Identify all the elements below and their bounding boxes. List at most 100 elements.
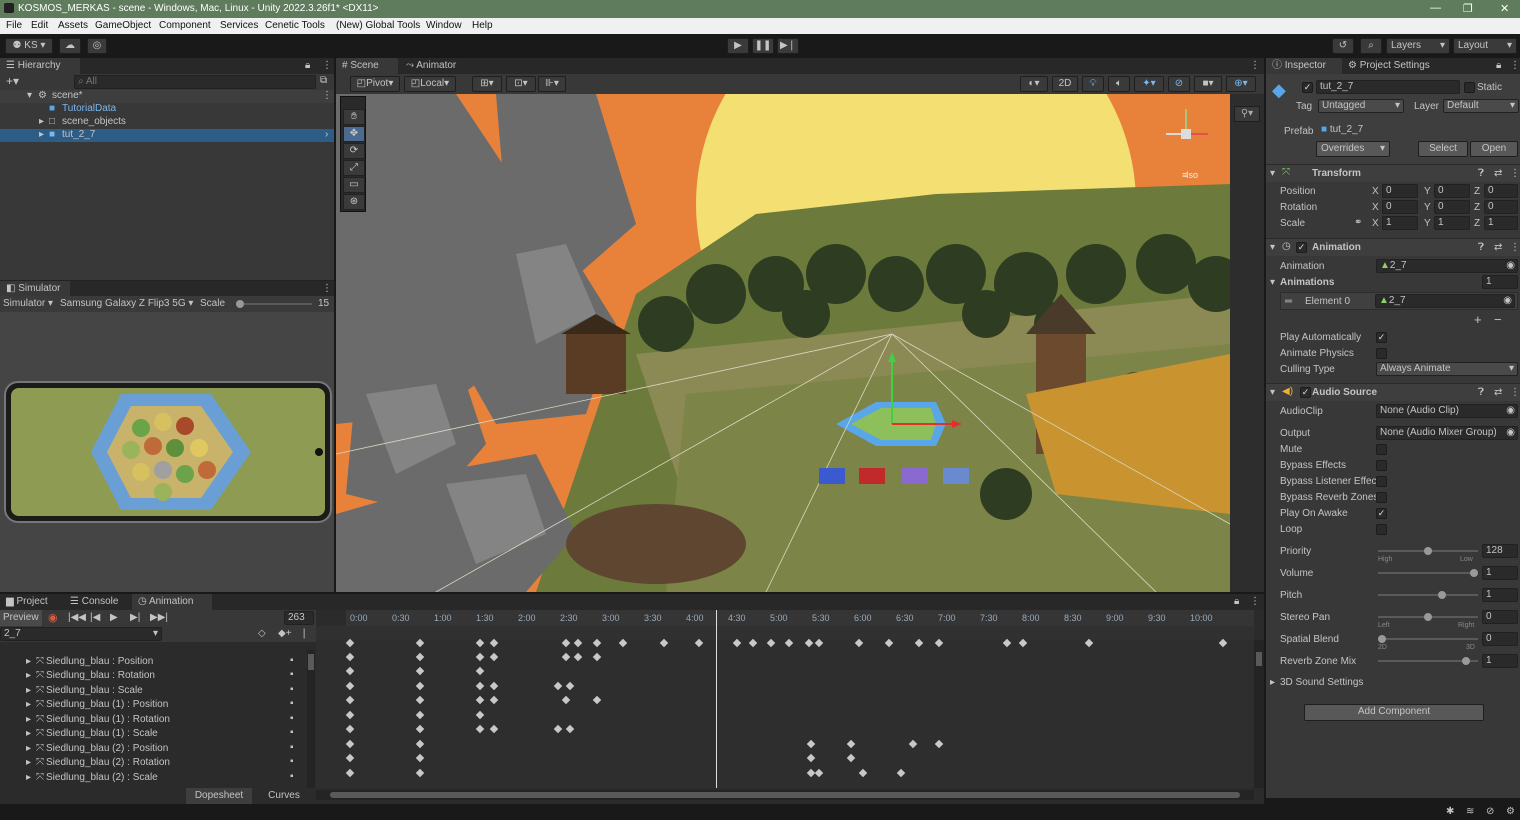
loop-checkbox[interactable]	[1376, 524, 1387, 535]
grid-snap-icon[interactable]: ⊞▾	[472, 76, 502, 92]
keyframe[interactable]	[345, 753, 355, 763]
keyframe[interactable]	[345, 666, 355, 676]
keyframe[interactable]	[345, 724, 355, 734]
priority-slider[interactable]	[1378, 547, 1478, 555]
keyframe[interactable]	[732, 638, 742, 648]
rotation-x-field[interactable]: 0	[1382, 200, 1418, 214]
prev-keyframe-icon[interactable]: |◀	[90, 612, 100, 623]
list-item[interactable]: ▸ ⤧ Siedlung_blau (2) : Rotation ▪	[0, 755, 300, 769]
scene-viewport[interactable]: ≡ Iso	[336, 94, 1230, 592]
scene-root-row[interactable]: ▾ ⚙ scene* ⋮	[0, 90, 334, 103]
keyframe[interactable]	[489, 652, 499, 662]
audio-source-header[interactable]: ▾ ◀) ✓ Audio Source ❓︎ ⇄ ⋮	[1266, 383, 1520, 401]
keyframe[interactable]	[1002, 638, 1012, 648]
device-screen[interactable]	[11, 388, 325, 516]
culling-type-dropdown[interactable]: Always Animate ▾	[1376, 362, 1518, 376]
tab-project[interactable]: ▆ Project	[0, 594, 62, 610]
keyframe[interactable]	[694, 638, 704, 648]
open-button[interactable]: Open	[1470, 141, 1518, 157]
stereo-pan-slider[interactable]	[1378, 613, 1478, 621]
more-icon[interactable]: ⋮	[1510, 387, 1520, 398]
remove-element-icon[interactable]: −	[1494, 312, 1502, 327]
more-icon[interactable]: ⋮	[1250, 596, 1260, 607]
priority-field[interactable]: 128	[1482, 544, 1518, 558]
menu-window[interactable]: Window	[426, 20, 462, 31]
hierarchy-search-input[interactable]: ⌕ All	[74, 75, 316, 89]
snap-increment-icon[interactable]: ⊡▾	[506, 76, 536, 92]
dopesheet-horizontal-scrollbar[interactable]	[316, 790, 1254, 800]
keyframe[interactable]	[345, 681, 355, 691]
add-component-button[interactable]: Add Component	[1304, 704, 1484, 721]
event-track[interactable]	[316, 626, 1254, 640]
keyframe[interactable]	[748, 638, 758, 648]
step-button[interactable]: ▶❘	[777, 38, 799, 54]
keyframe[interactable]	[914, 638, 924, 648]
tab-inspector[interactable]: ⓘ Inspector	[1266, 58, 1342, 74]
list-item[interactable]: ▸ ⤧ Siedlung_blau (2) : Scale ▪	[0, 770, 300, 784]
keyframe[interactable]	[475, 724, 485, 734]
more-icon[interactable]: ⋮	[1510, 60, 1520, 71]
layer-dropdown[interactable]: Default ▾	[1443, 99, 1519, 113]
volume-field[interactable]: 1	[1482, 566, 1518, 580]
options-icon[interactable]: ▪	[290, 684, 294, 695]
menu-edit[interactable]: Edit	[31, 20, 48, 31]
position-y-field[interactable]: 0	[1434, 184, 1470, 198]
lock-icon[interactable]: 🔒︎	[1496, 60, 1501, 71]
list-item[interactable]: ▸ ⤧ Siedlung_blau : Position ▪	[0, 654, 300, 668]
more-icon[interactable]: ⋮	[322, 60, 332, 71]
keyframe[interactable]	[573, 652, 583, 662]
menu-gameobject[interactable]: GameObject	[95, 20, 151, 31]
keyframe[interactable]	[415, 666, 425, 676]
output-field[interactable]: None (Audio Mixer Group) ◉	[1376, 426, 1518, 440]
constrain-proportions-icon[interactable]: ⚭	[1354, 217, 1362, 228]
keyframe[interactable]	[804, 638, 814, 648]
keyframe[interactable]	[489, 695, 499, 705]
list-item[interactable]: ▸ ⤧ Siedlung_blau : Rotation ▪	[0, 668, 300, 682]
layout-dropdown[interactable]: Layout ▾	[1453, 38, 1517, 54]
keyframe[interactable]	[345, 638, 355, 648]
keyframe[interactable]	[858, 768, 868, 778]
keyframe[interactable]	[908, 739, 918, 749]
keyframe[interactable]	[565, 724, 575, 734]
keyframe[interactable]	[475, 695, 485, 705]
rotation-z-field[interactable]: 0	[1484, 200, 1518, 214]
hidden-objects-icon[interactable]: ⊘	[1168, 76, 1190, 92]
play-on-awake-checkbox[interactable]: ✓	[1376, 508, 1387, 519]
preview-button[interactable]: Preview	[0, 610, 42, 626]
options-icon[interactable]: ▪	[290, 669, 294, 680]
overrides-dropdown[interactable]: Overrides ▾	[1316, 141, 1390, 157]
spatial-blend-field[interactable]: 0	[1482, 632, 1518, 646]
keyframe[interactable]	[561, 638, 571, 648]
keyframe[interactable]	[934, 638, 944, 648]
transform-header[interactable]: ▾ ⤧ Transform ❓︎ ⇄ ⋮	[1266, 164, 1520, 182]
gizmos-icon[interactable]: ⊕▾	[1226, 76, 1256, 92]
object-name-input[interactable]: tut_2_7	[1316, 80, 1460, 94]
presets-icon[interactable]: ⇄	[1494, 387, 1502, 398]
stereo-pan-field[interactable]: 0	[1482, 610, 1518, 624]
keyframe[interactable]	[884, 638, 894, 648]
animation-component-header[interactable]: ▾ ◷ ✓ Animation ❓︎ ⇄ ⋮	[1266, 238, 1520, 256]
draw-mode-icon[interactable]: ◐▾	[1020, 76, 1048, 92]
clip-dropdown[interactable]: 2_7 ▾	[0, 627, 162, 641]
keyframe[interactable]	[553, 724, 563, 734]
add-icon[interactable]: +▾	[6, 74, 19, 88]
position-z-field[interactable]: 0	[1484, 184, 1518, 198]
options-icon[interactable]: ▪	[290, 756, 294, 767]
play-auto-checkbox[interactable]: ✓	[1376, 332, 1387, 343]
keyframe[interactable]	[814, 768, 824, 778]
scale-tool-icon[interactable]: ⤢	[343, 160, 365, 176]
keyframe[interactable]	[475, 638, 485, 648]
keyframe[interactable]	[415, 753, 425, 763]
keyframe[interactable]	[618, 638, 628, 648]
keyframe[interactable]	[475, 681, 485, 691]
keyframe[interactable]	[345, 652, 355, 662]
layers-status-icon[interactable]: ≋	[1466, 806, 1474, 817]
keyframe[interactable]	[345, 739, 355, 749]
layers-dropdown[interactable]: Layers ▾	[1386, 38, 1450, 54]
audio-enabled-checkbox[interactable]: ✓	[1300, 387, 1311, 398]
scale-slider[interactable]	[236, 300, 312, 308]
cloud-icon[interactable]: ☁	[59, 38, 81, 54]
add-event-icon[interactable]: ◆+	[278, 628, 292, 639]
animation-enabled-checkbox[interactable]: ✓	[1296, 242, 1307, 253]
keyframe[interactable]	[1018, 638, 1028, 648]
